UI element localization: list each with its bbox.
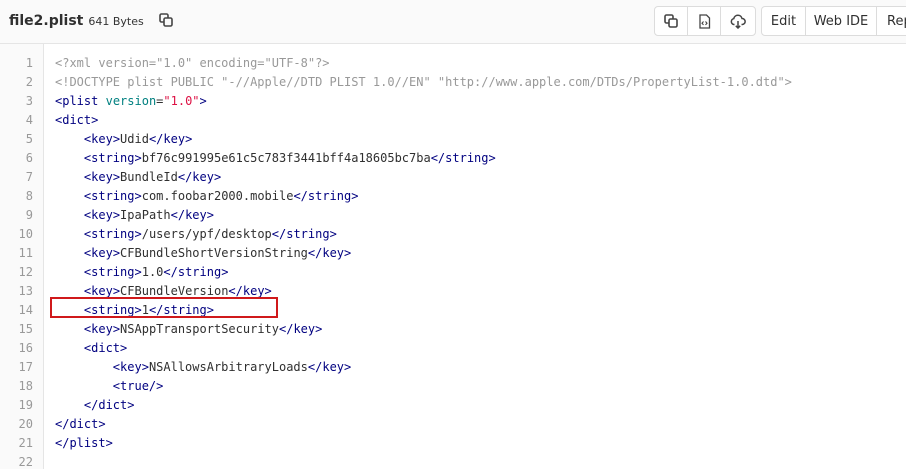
line-source: <key>CFBundleShortVersionString</key> [83,246,352,260]
line-number[interactable]: 21 [0,434,33,453]
code-line: 21 </plist> [0,434,906,453]
code-line: 22 [0,453,906,472]
line-number[interactable]: 5 [0,130,33,149]
code-line: 19 </dict> [0,396,906,415]
line-number[interactable]: 20 [0,415,33,434]
code-line: 12 <string>1.0</string> [0,263,906,282]
line-number[interactable]: 3 [0,92,33,111]
line-source: <?xml version="1.0" encoding="UTF-8"?> [55,56,330,70]
copy-icon [664,14,678,28]
line-number[interactable]: 9 [0,206,33,225]
line-number[interactable]: 22 [0,453,33,472]
line-number[interactable]: 1 [0,54,33,73]
line-number[interactable]: 11 [0,244,33,263]
code-line: 2 <!DOCTYPE plist PUBLIC "-//Apple//DTD P… [0,73,906,92]
line-number[interactable]: 17 [0,358,33,377]
code-line: 16 <dict> [0,339,906,358]
line-source: <dict> [55,113,99,127]
code-line: 6 <string>bf76c991995e61c5c783f3441bff4a… [0,149,906,168]
line-source: <string>com.foobar2000.mobile</string> [83,189,359,203]
file-title: file2.plist 641 Bytes [9,13,144,29]
code-line: 14 <string>1</string> [0,301,906,320]
code-line: 7 <key>BundleId</key> [0,168,906,187]
web-ide-button[interactable]: Web IDE [805,6,877,36]
file-size: 641 Bytes [88,15,144,28]
copy-contents-button[interactable] [654,6,688,36]
code-line: 20 </dict> [0,415,906,434]
line-number[interactable]: 13 [0,282,33,301]
copy-icon [159,13,173,27]
code-line: 4 <dict> [0,111,906,130]
line-source: </dict> [55,417,106,431]
code-line: 5 <key>Udid</key> [0,130,906,149]
line-source: <key>NSAppTransportSecurity</key> [83,322,323,336]
line-source: </plist> [55,436,113,450]
line-number[interactable]: 12 [0,263,33,282]
download-button[interactable] [720,6,756,36]
code-line: 11 <key>CFBundleShortVersionString</key> [0,244,906,263]
line-number[interactable]: 15 [0,320,33,339]
open-raw-button[interactable] [687,6,721,36]
line-source: <key>IpaPath</key> [83,208,214,222]
line-number[interactable]: 10 [0,225,33,244]
line-source: <string>1</string> [83,303,214,317]
code-line: 10 <string>/users/ypf/desktop</string> [0,225,906,244]
line-source: <plist version="1.0"> [55,94,207,108]
line-number[interactable]: 14 [0,301,33,320]
line-number[interactable]: 2 [0,73,33,92]
line-source: <dict> [83,341,128,355]
download-cloud-icon [730,14,746,29]
line-source: <key>Udid</key> [83,132,193,146]
file-header: file2.plist 641 Bytes Edit Web IDE Rep [0,0,906,44]
line-number[interactable]: 4 [0,111,33,130]
line-source: <key>NSAllowsArbitraryLoads</key> [112,360,352,374]
replace-button[interactable]: Rep [876,6,906,36]
edit-button[interactable]: Edit [761,6,806,36]
line-source: </dict> [83,398,135,412]
code-line: 18 <true/> [0,377,906,396]
line-source: <string>bf76c991995e61c5c783f3441bff4a18… [83,151,496,165]
code-line: 8 <string>com.foobar2000.mobile</string> [0,187,906,206]
line-source: <string>/users/ypf/desktop</string> [83,227,337,241]
code-line: 9 <key>IpaPath</key> [0,206,906,225]
line-source: <key>BundleId</key> [83,170,222,184]
line-number[interactable]: 19 [0,396,33,415]
code-line: 13 <key>CFBundleVersion</key> [0,282,906,301]
line-source: <!DOCTYPE plist PUBLIC "-//Apple//DTD PL… [55,75,792,89]
line-source: <key>CFBundleVersion</key> [83,284,272,298]
file-name: file2.plist [9,13,84,29]
line-number[interactable]: 8 [0,187,33,206]
file-code-icon [698,13,710,29]
line-number[interactable]: 6 [0,149,33,168]
line-source: <string>1.0</string> [83,265,229,279]
line-source: <true/> [112,379,164,393]
line-number[interactable]: 18 [0,377,33,396]
copy-file-path-button[interactable] [157,11,175,29]
code-viewer: 1 <?xml version="1.0" encoding="UTF-8"?> 2… [0,44,906,469]
code-line: 17 <key>NSAllowsArbitraryLoads</key> [0,358,906,377]
line-number[interactable]: 16 [0,339,33,358]
code-line: 1 <?xml version="1.0" encoding="UTF-8"?> [0,54,906,73]
code-line: 3 <plist version="1.0"> [0,92,906,111]
code-line: 15 <key>NSAppTransportSecurity</key> [0,320,906,339]
line-number[interactable]: 7 [0,168,33,187]
